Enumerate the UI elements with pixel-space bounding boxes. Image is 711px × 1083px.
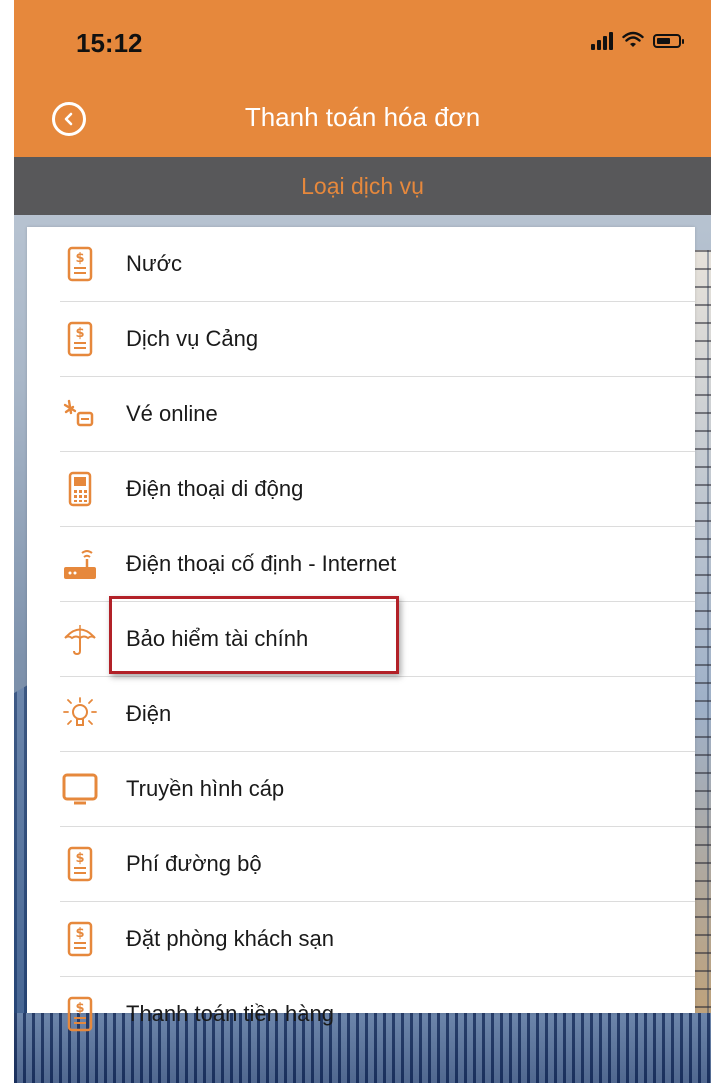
service-item-goods-payment[interactable]: $ Thanh toán tiền hàng [60, 977, 695, 1051]
lightbulb-icon [62, 694, 98, 734]
router-icon [62, 544, 98, 584]
service-label: Đặt phòng khách sạn [126, 926, 334, 951]
section-header: Loại dịch vụ [14, 157, 711, 215]
service-label: Điện thoại cố định - Internet [126, 551, 397, 576]
service-item-hotel-booking[interactable]: $ Đặt phòng khách sạn [60, 902, 695, 977]
nav-bar: Thanh toán hóa đơn [14, 82, 711, 157]
bill-icon: $ [62, 244, 98, 284]
bill-icon: $ [62, 994, 98, 1034]
service-item-cable-tv[interactable]: Truyền hình cáp [60, 752, 695, 827]
service-item-ticket[interactable]: Vé online [60, 377, 695, 452]
service-label: Truyền hình cáp [126, 776, 285, 801]
service-label: Dịch vụ Cảng [126, 326, 259, 351]
svg-text:$: $ [75, 851, 84, 866]
bill-icon: $ [62, 844, 98, 884]
service-label: Nước [126, 251, 183, 276]
service-item-port[interactable]: $ Dịch vụ Cảng [60, 302, 695, 377]
tv-icon [62, 769, 98, 809]
umbrella-icon [62, 619, 98, 659]
signal-icon [591, 30, 613, 50]
service-label: Bảo hiểm tài chính [126, 626, 309, 651]
service-label: Phí đường bộ [126, 851, 262, 876]
service-list: $ Nước $ Dịch vụ Cảng Vé online Điện tho… [27, 227, 695, 1032]
bill-icon: $ [62, 919, 98, 959]
service-label: Điện [126, 701, 172, 726]
battery-icon [653, 34, 684, 48]
wifi-icon [622, 31, 644, 47]
svg-text:$: $ [75, 251, 84, 266]
app-screen: 15:12 Thanh toán hóa đơn Loại dịch vụ $ … [14, 0, 711, 1083]
status-icons [591, 30, 684, 50]
svg-text:$: $ [75, 926, 84, 941]
ticket-icon [62, 394, 98, 434]
bill-icon: $ [62, 319, 98, 359]
service-item-road-fee[interactable]: $ Phí đường bộ [60, 827, 695, 902]
page-title: Thanh toán hóa đơn [244, 102, 481, 132]
mobile-phone-icon [62, 469, 98, 509]
service-item-mobile[interactable]: Điện thoại di động [60, 452, 695, 527]
service-label: Vé online [126, 401, 218, 426]
service-label: Thanh toán tiền hàng [126, 1001, 334, 1026]
service-item-electricity[interactable]: Điện [60, 677, 695, 752]
svg-text:$: $ [75, 1001, 84, 1016]
service-item-water[interactable]: $ Nước [60, 227, 695, 302]
service-label: Điện thoại di động [126, 476, 304, 501]
status-bar: 15:12 [14, 0, 711, 82]
service-item-insurance[interactable]: Bảo hiểm tài chính [60, 602, 695, 677]
service-item-landline-internet[interactable]: Điện thoại cố định - Internet [60, 527, 695, 602]
status-time: 15:12 [76, 28, 143, 58]
svg-text:$: $ [75, 326, 84, 341]
